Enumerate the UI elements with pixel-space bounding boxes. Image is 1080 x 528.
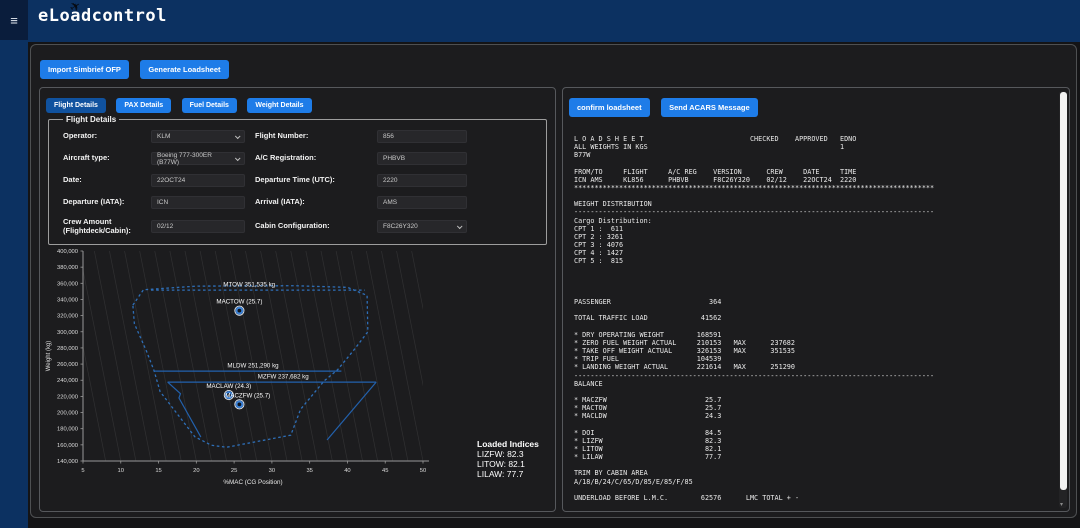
app-logo: ✈ eLoadcontrol — [38, 6, 167, 26]
svg-text:45: 45 — [382, 468, 388, 474]
svg-text:MACZFW (25.7): MACZFW (25.7) — [225, 392, 270, 399]
import-simbrief-button[interactable]: Import Simbrief OFP — [40, 60, 129, 79]
chevron-down-icon — [457, 223, 463, 229]
loadsheet-scrollbar: ▾ — [1059, 91, 1067, 508]
svg-text:340,000: 340,000 — [57, 297, 78, 303]
scrollbar-down-arrow[interactable]: ▾ — [1060, 501, 1063, 508]
svg-text:35: 35 — [306, 468, 312, 474]
date-input[interactable] — [151, 174, 245, 187]
svg-text:180,000: 180,000 — [57, 427, 78, 433]
cabin-configuration-select[interactable]: F8C26Y320 — [377, 220, 467, 233]
departure-iata-input[interactable] — [151, 196, 245, 209]
menu-button[interactable]: ≡ — [0, 0, 28, 40]
svg-text:5: 5 — [81, 468, 84, 474]
svg-text:260,000: 260,000 — [57, 362, 78, 368]
svg-text:320,000: 320,000 — [57, 314, 78, 320]
loadsheet-panel: confirm loadsheet Send ACARS Message L O… — [562, 87, 1070, 512]
sidebar: ≡ — [0, 0, 28, 528]
flight-details-fieldset: Flight Details Operator: KLM Flight Numb… — [48, 115, 547, 245]
cabin-configuration-label: Cabin Configuration: — [255, 222, 367, 231]
cabin-configuration-value: F8C26Y320 — [383, 223, 418, 230]
svg-text:10: 10 — [118, 468, 124, 474]
crew-amount-label: Crew Amount (Flightdeck/Cabin): — [63, 218, 141, 235]
svg-text:400,000: 400,000 — [57, 249, 78, 255]
scrollbar-thumb[interactable] — [1060, 92, 1067, 490]
aircraft-type-value: Boeing 777-300ER (B77W) — [157, 152, 235, 166]
chevron-down-icon — [235, 133, 241, 139]
svg-text:MZFW 237,682 kg: MZFW 237,682 kg — [258, 374, 309, 381]
main-card: Import Simbrief OFP Generate Loadsheet F… — [30, 44, 1077, 518]
svg-text:360,000: 360,000 — [57, 281, 78, 287]
loaded-indices: Loaded Indices LIZFW: 82.3 LITOW: 82.1 L… — [477, 439, 539, 479]
flight-number-label: Flight Number: — [255, 132, 367, 141]
confirm-loadsheet-button[interactable]: confirm loadsheet — [569, 98, 650, 117]
svg-text:%MAC (CG Position): %MAC (CG Position) — [223, 479, 282, 486]
svg-text:40: 40 — [344, 468, 350, 474]
svg-text:160,000: 160,000 — [57, 443, 78, 449]
tab-pax-details[interactable]: PAX Details — [116, 98, 171, 113]
operator-label: Operator: — [63, 132, 141, 141]
aircraft-type-label: Aircraft type: — [63, 154, 141, 163]
svg-text:MLDW 251,290 kg: MLDW 251,290 kg — [227, 363, 279, 370]
svg-text:30: 30 — [269, 468, 275, 474]
svg-text:25: 25 — [231, 468, 237, 474]
svg-text:MTOW 351,535 kg: MTOW 351,535 kg — [223, 282, 275, 289]
arrival-iata-input[interactable] — [377, 196, 467, 209]
svg-text:20: 20 — [193, 468, 199, 474]
ac-registration-label: A/C Registration: — [255, 154, 367, 163]
svg-text:280,000: 280,000 — [57, 346, 78, 352]
tab-fuel-details[interactable]: Fuel Details — [182, 98, 237, 113]
generate-loadsheet-button[interactable]: Generate Loadsheet — [140, 60, 228, 79]
departure-time-input[interactable] — [377, 174, 467, 187]
svg-text:50: 50 — [420, 468, 426, 474]
lilaw-value: LILAW: 77.7 — [477, 469, 539, 479]
date-label: Date: — [63, 176, 141, 185]
send-acars-button[interactable]: Send ACARS Message — [661, 98, 758, 117]
lizfw-value: LIZFW: 82.3 — [477, 449, 539, 459]
loadsheet-text: L O A D S H E E T CHECKED APPROVED EDNO … — [574, 135, 1052, 502]
loaded-indices-title: Loaded Indices — [477, 439, 539, 449]
top-header: ✈ eLoadcontrol — [28, 0, 1080, 42]
fieldset-legend: Flight Details — [63, 115, 119, 124]
ac-registration-input[interactable] — [377, 152, 467, 165]
svg-text:140,000: 140,000 — [57, 459, 78, 465]
flight-details-form: Operator: KLM Flight Number: Aircraft ty… — [63, 130, 536, 235]
eloadcontrol-app: ≡ ✈ eLoadcontrol Import Simbrief OFP Gen… — [0, 0, 1080, 528]
litow-value: LITOW: 82.1 — [477, 459, 539, 469]
svg-text:Weight (kg): Weight (kg) — [46, 341, 52, 372]
departure-iata-label: Departure (IATA): — [63, 198, 141, 207]
arrival-iata-label: Arrival (IATA): — [255, 198, 367, 207]
chevron-down-icon — [235, 155, 241, 161]
svg-text:MACTOW (25.7): MACTOW (25.7) — [216, 299, 262, 306]
operator-value: KLM — [157, 133, 170, 140]
svg-text:240,000: 240,000 — [57, 378, 78, 384]
loadsheet-toolbar: confirm loadsheet Send ACARS Message — [569, 97, 765, 117]
crew-amount-input[interactable] — [151, 220, 245, 233]
aircraft-type-select[interactable]: Boeing 777-300ER (B77W) — [151, 152, 245, 165]
flight-number-input[interactable] — [377, 130, 467, 143]
departure-time-label: Departure Time (UTC): — [255, 176, 367, 185]
svg-text:300,000: 300,000 — [57, 330, 78, 336]
details-tabs: Flight Details PAX Details Fuel Details … — [46, 94, 318, 113]
svg-text:200,000: 200,000 — [57, 411, 78, 417]
main-toolbar: Import Simbrief OFP Generate Loadsheet — [40, 59, 236, 79]
operator-select[interactable]: KLM — [151, 130, 245, 143]
svg-text:380,000: 380,000 — [57, 265, 78, 271]
svg-text:MACLAW (24.3): MACLAW (24.3) — [206, 383, 251, 390]
svg-text:15: 15 — [155, 468, 161, 474]
app-title: eLoadcontrol — [38, 6, 167, 26]
svg-text:220,000: 220,000 — [57, 394, 78, 400]
flight-details-panel: Flight Details PAX Details Fuel Details … — [39, 87, 556, 512]
tab-flight-details[interactable]: Flight Details — [46, 98, 106, 113]
tab-weight-details[interactable]: Weight Details — [247, 98, 311, 113]
hamburger-icon: ≡ — [10, 13, 18, 28]
